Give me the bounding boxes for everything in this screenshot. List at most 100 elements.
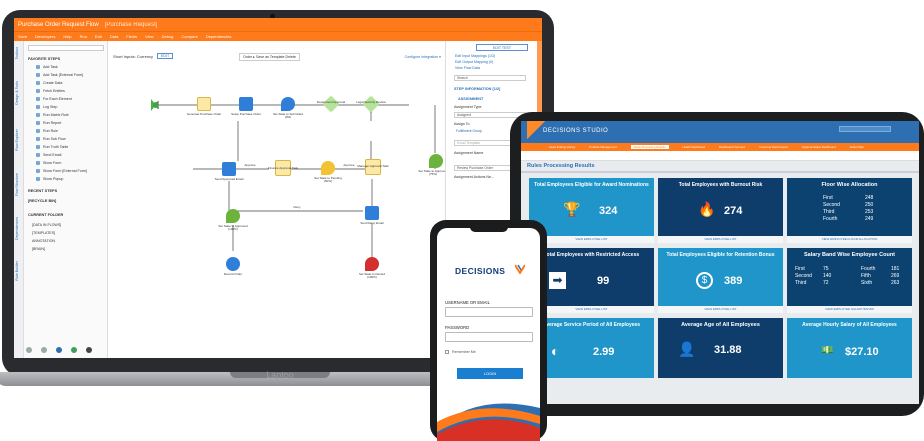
menu-compare[interactable]: Compare [181, 34, 197, 39]
menu-data[interactable]: Data [110, 34, 118, 39]
view-employee-list-link[interactable]: VIEW EMPLOYEE LIST [529, 236, 654, 243]
flow-canvas[interactable]: Short Inputs: Currency EDIT Order ▸ Save… [109, 41, 448, 358]
step-item[interactable]: Add Task [36, 65, 58, 69]
toolbox-search-input[interactable] [28, 45, 104, 51]
username-input[interactable] [445, 307, 533, 317]
github-icon[interactable] [86, 347, 92, 353]
menu-edit[interactable]: Edit [95, 34, 102, 39]
step-item[interactable]: Show Popup [36, 177, 63, 181]
vtab-dependencies[interactable]: Dependencies [15, 217, 19, 240]
view-flow-data-link[interactable]: View Flow Data [455, 66, 480, 70]
record-order-node[interactable] [226, 257, 240, 271]
flow-title-bar: Purchase Order Request Flow [Purchase Re… [14, 18, 542, 31]
menu-fields[interactable]: Fields [126, 34, 137, 39]
export-icon[interactable] [71, 347, 77, 353]
node-label: Set State to Denied (100%) [358, 272, 386, 280]
menu-view[interactable]: View [145, 34, 154, 39]
step-item[interactable]: Create Data [36, 81, 62, 85]
view-salary-bands-link[interactable]: VIEW EMPLOYEE SALARY BANDS [787, 306, 912, 313]
assignment-header[interactable]: ASSIGNMENT [458, 97, 483, 101]
info-icon[interactable] [56, 347, 62, 353]
nav-tab[interactable]: Implementation Dashboard [802, 145, 836, 149]
step-item[interactable]: Send Email [36, 153, 61, 157]
folder-templates[interactable]: [TEMPLATES] [32, 231, 55, 235]
step-item[interactable]: For Each Element [36, 97, 72, 101]
tablet-subbar [521, 151, 919, 161]
view-employee-list-link[interactable]: VIEW EMPLOYEE LIST [529, 306, 654, 313]
view-employee-list-link[interactable]: VIEW EMPLOYEE LIST [658, 306, 783, 313]
menu-developers[interactable]: Developers [35, 34, 55, 39]
step-item[interactable]: Run Sub Flow [36, 137, 66, 141]
step-item[interactable]: Run Truth Table [36, 145, 68, 149]
cash-icon: 💵 [821, 345, 834, 356]
toolbox-footer-icons [26, 347, 106, 355]
nav-tab[interactable]: Action Plan [850, 145, 864, 149]
nav-tab[interactable]: Asset Folding Library [549, 145, 575, 149]
step-item[interactable]: Show Form [External Form] [36, 169, 87, 173]
edit-input-mappings-link[interactable]: Edit Input Mappings (1/3) [455, 54, 495, 58]
folder-annotation[interactable]: ANNOTATION [32, 239, 55, 243]
login-button[interactable]: LOGIN [457, 368, 523, 379]
step-icon [36, 153, 40, 157]
nav-tab[interactable]: Health Dashboard [683, 145, 706, 149]
node-label: Setup Purchase Order [231, 112, 261, 116]
step-label: Show Form [External Form] [43, 169, 87, 173]
nav-tab[interactable]: Portfolio Management [589, 145, 616, 149]
floor-allocation-card: Floor Wise Allocation First Second Third… [787, 178, 912, 243]
set-state-approved-100-node[interactable] [226, 209, 240, 223]
nav-tab[interactable]: Customer Performance [759, 145, 788, 149]
favorite-steps-header[interactable]: FAVORITE STEPS [28, 57, 60, 61]
history-icon[interactable] [41, 347, 47, 353]
generate-po-node[interactable] [197, 97, 211, 111]
recycle-bin-header[interactable]: [RECYCLE BIN] [28, 199, 56, 203]
node-label: Record Order [223, 272, 243, 276]
folder-brain[interactable]: [BRAIN] [32, 247, 45, 251]
tablet-search-input[interactable] [839, 126, 891, 132]
nav-tab-active[interactable]: Rules Processing Results [630, 145, 669, 149]
setup-po-node[interactable] [239, 97, 253, 111]
menu-dependencies[interactable]: Dependencies [206, 34, 232, 39]
set-state-pending-node[interactable] [321, 161, 335, 175]
step-item[interactable]: Fetch Entities [36, 89, 65, 93]
step-item[interactable]: Run Report [36, 121, 61, 125]
send-approved-email-node[interactable] [222, 162, 236, 176]
password-input[interactable] [445, 332, 533, 342]
service-period-card: Average Service Period of All Employees … [529, 318, 654, 378]
vtab-flow-explorer[interactable]: Flow Explorer [15, 129, 19, 151]
folder-data-in-flows[interactable]: [DATA IN FLOWS] [32, 223, 61, 227]
band-name: Sixth [861, 280, 873, 286]
floor-count: 248 [865, 195, 874, 201]
menu-run[interactable]: Run [80, 34, 87, 39]
properties-search-input[interactable]: Search [454, 75, 526, 81]
set-state-denied-node[interactable] [365, 257, 379, 271]
recent-steps-header[interactable]: RECENT STEPS [28, 189, 57, 193]
menu-help[interactable]: Help [63, 34, 71, 39]
nav-tab[interactable]: Dashboard Overview [719, 145, 745, 149]
remember-me-checkbox[interactable]: Remember Me [445, 350, 476, 354]
set-state-approved-node[interactable] [429, 154, 443, 168]
set-state-submitted-node[interactable] [281, 97, 295, 111]
view-floor-allocation-link[interactable]: VIEW EMPLOYEE FLOOR ALLOCATION [787, 236, 912, 243]
band-name: Fourth [861, 266, 876, 272]
step-item[interactable]: Run Matrix Rule [36, 113, 69, 117]
edit-output-mapping-link[interactable]: Edit Output Mapping (0) [455, 60, 493, 64]
step-item[interactable]: Add Task [External Form] [36, 73, 83, 77]
send-deny-email-node[interactable] [365, 206, 379, 220]
flow-title: Purchase Order Request Flow [18, 21, 99, 28]
assignment-name-label: Assignment Name [454, 151, 484, 155]
menu-debug[interactable]: Debug [162, 34, 174, 39]
vtab-toolbox[interactable]: Toolbox [15, 47, 19, 59]
step-item[interactable]: Run Rule [36, 129, 58, 133]
assignment-type-select[interactable]: Assigned [454, 112, 526, 118]
vtab-design-tools[interactable]: Design & Tools [15, 81, 19, 105]
vtab-rule-builder[interactable]: Rule Builder [15, 261, 19, 281]
vtab-flow-structure[interactable]: Flow Structure [15, 173, 19, 196]
edit-test-button[interactable]: EDIT TEST [476, 44, 528, 51]
step-item[interactable]: Log Step [36, 105, 57, 109]
view-employee-list-link[interactable]: VIEW EMPLOYEE LIST [658, 236, 783, 243]
current-folder-header[interactable]: CURRENT FOLDER [28, 213, 63, 217]
step-item[interactable]: Show Form [36, 161, 61, 165]
menu-save[interactable]: Save [18, 34, 27, 39]
step-information-header[interactable]: STEP INFORMATION [1/2] [454, 87, 500, 91]
settings-icon[interactable] [26, 347, 32, 353]
